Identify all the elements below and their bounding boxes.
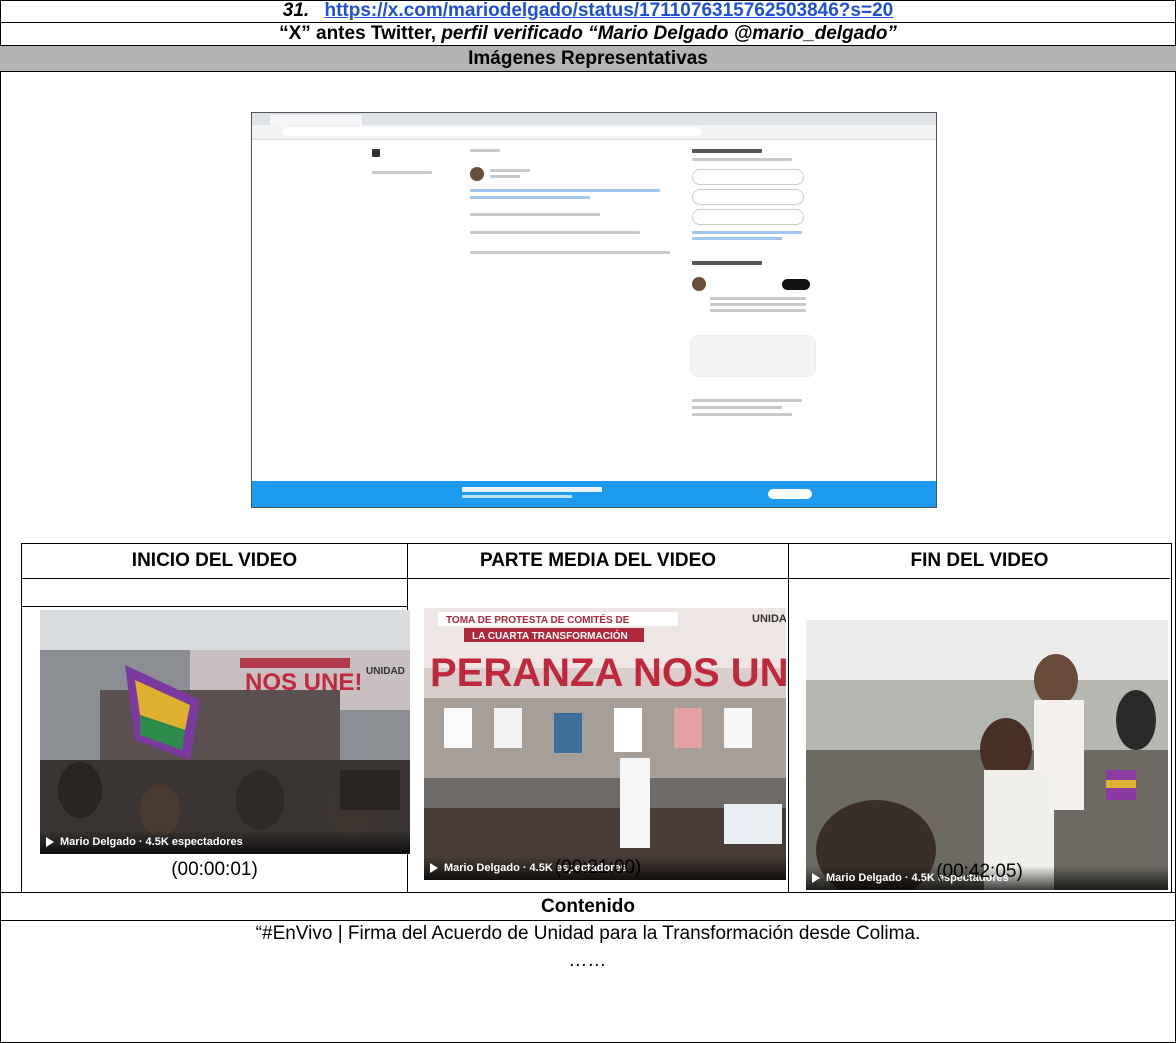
relevant-people-heading	[692, 261, 762, 265]
post-actions	[470, 251, 670, 254]
video-middle-cell: TOMA DE PROTESTA DE COMITÉS DE LA CUARTA…	[408, 579, 789, 892]
post-author	[490, 169, 530, 172]
bio-line	[710, 309, 806, 312]
source-profile: perfil verificado “Mario Delgado @mario_…	[441, 23, 897, 44]
follow-button	[782, 279, 810, 290]
banner-corner-text: UNIDAD	[366, 666, 405, 677]
post-text-line	[470, 196, 590, 199]
browser-address-bar	[252, 125, 936, 140]
login-prompt-text	[462, 487, 602, 492]
content-text: “#EnVivo | Firma del Acuerdo de Unidad p…	[255, 923, 921, 944]
banner-corner: UNIDA	[752, 613, 786, 625]
source-platform: “X” antes Twitter,	[279, 23, 442, 44]
browser-tab	[270, 115, 362, 125]
trends-box	[690, 335, 816, 377]
footer-links	[692, 406, 782, 409]
video-middle-frame: TOMA DE PROTESTA DE COMITÉS DE LA CUARTA…	[424, 608, 786, 880]
terms-text	[692, 237, 782, 240]
create-account-button	[692, 209, 804, 225]
terms-text	[692, 231, 802, 234]
video-end-cell: Mario Delgado · 4.5K espectadores (00:42…	[789, 579, 1170, 892]
tweet-link[interactable]: https://x.com/mariodelgado/status/171107…	[324, 0, 893, 21]
banner-big-text: PERANZA NOS UNE	[430, 651, 786, 695]
crowd-scene-image: NOS UNE! UNIDAD	[40, 610, 410, 854]
video-start-timestamp: (00:00:01)	[171, 859, 258, 880]
browser-tab-bar	[252, 113, 936, 125]
play-icon	[46, 837, 54, 847]
crowd-end-image	[806, 620, 1168, 890]
x-logo-icon	[372, 149, 380, 157]
post-stats	[470, 231, 640, 234]
signup-pill	[768, 489, 812, 499]
evidence-link-row: 31. https://x.com/mariodelgado/status/17…	[0, 0, 1176, 23]
video-end-timestamp: (00:42:05)	[936, 861, 1023, 882]
video-middle-heading: PARTE MEDIA DEL VIDEO	[408, 544, 789, 579]
video-start-cell: NOS UNE! UNIDAD Mario Delgado · 4.5K esp…	[22, 579, 410, 892]
stage-scene-image: TOMA DE PROTESTA DE COMITÉS DE LA CUARTA…	[424, 608, 786, 880]
cell-subrow	[22, 579, 407, 607]
video-frames-table: INICIO DEL VIDEO PARTE MEDIA DEL VIDEO F…	[21, 543, 1172, 893]
post-heading	[470, 149, 500, 152]
video-middle-timestamp: (00:21:00)	[554, 857, 642, 878]
avatar	[692, 277, 706, 291]
post-meta	[470, 213, 600, 216]
item-number: 31.	[282, 0, 310, 21]
apple-signup-button	[692, 189, 804, 205]
source-row: “X” antes Twitter, perfil verificado “Ma…	[0, 23, 1176, 46]
browser-screenshot	[251, 112, 937, 508]
bio-line	[710, 303, 806, 306]
banner-line1: TOMA DE PROTESTA DE COMITÉS DE	[446, 613, 630, 626]
content-ellipsis: ……	[569, 950, 607, 971]
login-prompt-bar	[252, 481, 936, 507]
footer-links	[692, 413, 792, 416]
login-prompt-subtext	[462, 495, 572, 498]
post-text-line	[470, 189, 660, 192]
video-end-frame: Mario Delgado · 4.5K espectadores	[806, 620, 1168, 890]
post-handle	[490, 175, 520, 178]
content-heading: Contenido	[0, 892, 1176, 921]
banner-line2: LA CUARTA TRANSFORMACIÓN	[472, 629, 628, 642]
video-end-heading: FIN DEL VIDEO	[789, 544, 1170, 579]
video-controls: Mario Delgado · 4.5K espectadores	[40, 830, 410, 854]
video-start-frame: NOS UNE! UNIDAD Mario Delgado · 4.5K esp…	[40, 610, 410, 854]
video-overlay-text: Mario Delgado · 4.5K espectadores	[60, 836, 243, 848]
images-section-heading: Imágenes Representativas	[0, 46, 1176, 72]
video-start-heading: INICIO DEL VIDEO	[22, 544, 408, 579]
signup-subtitle	[692, 158, 792, 161]
google-signup-button	[692, 169, 804, 185]
footer-links	[692, 399, 802, 402]
avatar	[470, 167, 484, 181]
address-field	[282, 127, 702, 136]
bio-line	[710, 297, 806, 300]
signup-heading	[692, 149, 762, 153]
nav-settings	[372, 171, 432, 174]
